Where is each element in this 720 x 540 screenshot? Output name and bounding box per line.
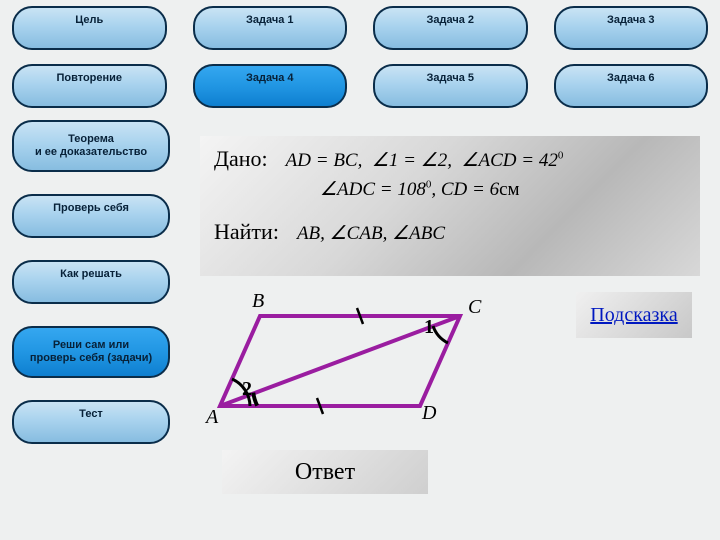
side-check-yourself[interactable]: Проверь себя	[12, 194, 170, 238]
vertex-C: C	[468, 296, 481, 319]
hint-button[interactable]: Подсказка	[576, 292, 692, 338]
side-how-to-solve[interactable]: Как решать	[12, 260, 170, 304]
nav-goal[interactable]: Цель	[12, 6, 167, 50]
nav-task-4[interactable]: Задача 4	[193, 64, 348, 108]
expr-cd-6: , CD = 6	[431, 179, 499, 200]
vertex-B: B	[252, 290, 264, 313]
expr-ang1-eq-ang2: ∠1 = ∠2,	[372, 150, 452, 171]
nav-review[interactable]: Повторение	[12, 64, 167, 108]
parallelogram-svg	[200, 286, 500, 436]
degree-icon: 0	[558, 150, 564, 162]
find-expr: AB, ∠CAB, ∠ABC	[297, 222, 445, 245]
top-nav-grid: Цель Задача 1 Задача 2 Задача 3 Повторен…	[12, 6, 708, 108]
angle-label-1: 1	[424, 316, 434, 339]
nav-task-5[interactable]: Задача 5	[373, 64, 528, 108]
side-nav: Теорема и ее доказательство Проверь себя…	[12, 120, 170, 444]
given-panel: Дано: AD = BC, ∠1 = ∠2, ∠ACD = 420 ∠ADC …	[200, 136, 700, 276]
vertex-D: D	[422, 402, 436, 425]
expr-ad-eq-bc: AD = BC,	[286, 150, 363, 171]
expr-adc-108: ∠ADC = 108	[320, 179, 426, 200]
nav-task-2[interactable]: Задача 2	[373, 6, 528, 50]
geometry-figure: A B C D 1 2	[200, 286, 500, 416]
given-expr-1: AD = BC, ∠1 = ∠2, ∠ACD = 420	[286, 149, 564, 172]
label-find: Найти:	[214, 219, 279, 245]
expr-acd-42: ∠ACD = 42	[462, 150, 558, 171]
side-test[interactable]: Тест	[12, 400, 170, 444]
unit-cm: см	[499, 179, 519, 200]
side-theorem[interactable]: Теорема и ее доказательство	[12, 120, 170, 172]
given-expr-2: ∠ADC = 1080, CD = 6см	[214, 178, 686, 201]
nav-task-3[interactable]: Задача 3	[554, 6, 709, 50]
nav-task-6[interactable]: Задача 6	[554, 64, 709, 108]
label-given: Дано:	[214, 146, 268, 172]
angle-label-2: 2	[242, 378, 252, 401]
nav-task-1[interactable]: Задача 1	[193, 6, 348, 50]
side-solve-yourself[interactable]: Реши сам или проверь себя (задачи)	[12, 326, 170, 378]
answer-button[interactable]: Ответ	[222, 450, 428, 494]
vertex-A: A	[206, 406, 218, 429]
